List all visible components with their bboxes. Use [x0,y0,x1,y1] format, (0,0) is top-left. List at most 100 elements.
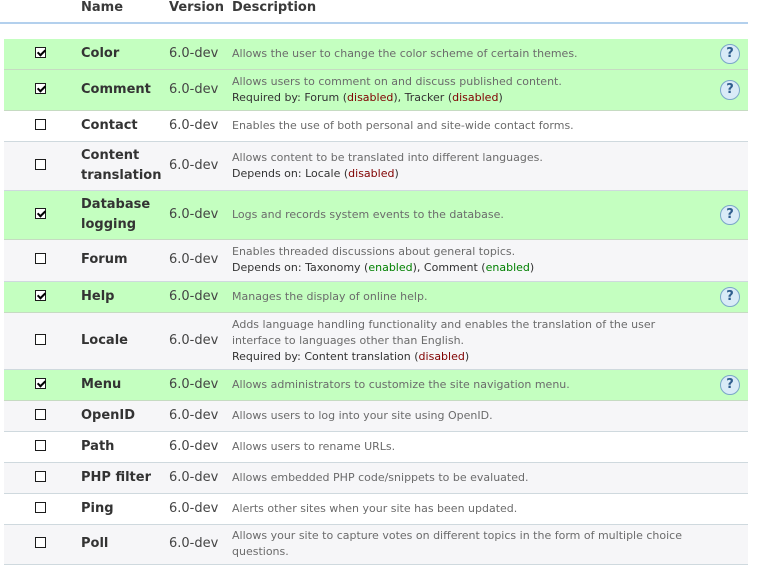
dependency-separator: ), [412,261,424,274]
module-checkbox[interactable] [35,471,46,482]
module-name-line: Content [81,148,140,163]
module-version: 6.0-dev [169,46,219,61]
module-description-text: Manages the display of online help. [232,290,428,303]
dependency-label: Required by: [232,91,305,104]
table-row: PHP filter 6.0-dev Allows embedded PHP cod… [4,463,748,494]
module-checkbox[interactable] [35,334,46,345]
dependency-module: Content translation ( [304,350,419,363]
module-name-line: logging [81,217,137,232]
table-row: Comment 6.0-dev Allows users to comment on… [4,70,748,111]
module-description: Enables threaded discussions about gener… [232,244,702,276]
table-row: Color 6.0-dev Allows the user to change th… [4,39,748,70]
module-name: Content translation [81,146,161,186]
module-description: Allows embedded PHP code/snippets to be … [232,470,702,486]
module-description-text: Adds language handling functionality and… [232,318,656,347]
module-name: Help [81,287,114,307]
module-name-line: Locale [81,333,128,348]
module-dependencies: Required by: Forum (disabled), Tracker (… [232,90,702,106]
module-checkbox[interactable] [35,290,46,301]
module-description: Allows users to log into your site using… [232,408,702,424]
help-icon[interactable]: ? [720,287,740,307]
module-checkbox[interactable] [35,537,46,548]
module-name-line: Comment [81,82,151,97]
dependency-module: Forum ( [304,91,348,104]
module-version: 6.0-dev [169,82,219,97]
module-checkbox[interactable] [35,83,46,94]
module-name-line: Ping [81,501,114,516]
table-row: Content translation 6.0-dev Allows content … [4,142,748,191]
module-description-text: Allows embedded PHP code/snippets to be … [232,471,529,484]
table-row: Help 6.0-dev Manages the display of online… [4,282,748,313]
scrollbar-area[interactable] [748,0,767,564]
module-name: Locale [81,331,128,351]
module-description: Alerts other sites when your site has be… [232,501,702,517]
dependency-module: Tracker ( [404,91,453,104]
module-checkbox[interactable] [35,119,46,130]
dependency-separator: ) [498,91,503,104]
module-description-text: Allows users to rename URLs. [232,440,396,453]
module-name-line: translation [81,168,162,183]
module-dependencies: Required by: Content translation (disabl… [232,349,702,365]
module-dependencies: Depends on: Locale (disabled) [232,166,702,182]
module-description: Enables the use of both personal and sit… [232,118,702,134]
module-name: Ping [81,499,114,519]
module-description: Allows content to be translated into dif… [232,150,702,182]
module-dependencies: Depends on: Taxonomy (enabled), Comment … [232,260,702,276]
module-checkbox[interactable] [35,208,46,219]
module-description: Manages the display of online help. [232,289,702,305]
module-name-line: Menu [81,377,122,392]
module-description-text: Allows users to comment on and discuss p… [232,75,562,88]
dependency-status: disabled [347,91,394,104]
module-checkbox[interactable] [35,253,46,264]
module-name: Comment [81,80,151,100]
table-row: OpenID 6.0-dev Allows users to log into yo… [4,401,748,432]
module-version: 6.0-dev [169,118,219,133]
help-icon[interactable]: ? [720,80,740,100]
module-checkbox[interactable] [35,378,46,389]
dependency-status: enabled [368,261,413,274]
module-name-line: Forum [81,252,128,267]
module-description-text: Allows content to be translated into dif… [232,151,543,164]
module-description: Allows users to rename URLs. [232,439,702,455]
module-name: Menu [81,375,121,395]
module-name-line: Contact [81,118,138,133]
module-description: Allows users to comment on and discuss p… [232,74,702,106]
dependency-separator: ) [529,261,535,274]
table-row: Ping 6.0-dev Alerts other sites when your … [4,494,748,525]
module-description-text: Enables threaded discussions about gener… [232,245,516,258]
module-name: Poll [81,534,108,554]
dependency-separator: ), [393,91,405,104]
help-icon[interactable]: ? [720,375,740,395]
table-row: Locale 6.0-dev Adds language handling func… [4,313,748,370]
dependency-separator: ) [394,167,399,180]
module-checkbox[interactable] [35,159,46,170]
dependency-status: disabled [348,167,395,180]
help-icon[interactable]: ? [720,205,740,225]
dependency-status: disabled [452,91,499,104]
module-name: PHP filter [81,468,151,488]
module-checkbox[interactable] [35,502,46,513]
module-version: 6.0-dev [169,470,219,485]
dependency-separator: ) [464,350,470,363]
dependency-label: Required by: [232,350,305,363]
help-icon[interactable]: ? [720,44,740,64]
dependency-status: enabled [485,261,530,274]
module-description-text: Allows administrators to customize the s… [232,378,570,391]
table-row: Menu 6.0-dev Allows administrators to cust… [4,370,748,401]
module-name-line: PHP filter [81,470,151,485]
module-checkbox[interactable] [35,440,46,451]
module-checkbox[interactable] [35,47,46,58]
module-name-line: Path [81,439,115,454]
module-name: Path [81,437,114,457]
module-name: Forum [81,250,128,270]
module-checkbox[interactable] [35,409,46,420]
table-header: Name Version Description [0,0,748,24]
module-version: 6.0-dev [169,158,219,173]
module-description: Adds language handling functionality and… [232,317,702,365]
module-name: Database logging [81,195,150,235]
module-name: Contact [81,116,138,136]
module-description-text: Logs and records system events to the da… [232,208,504,221]
dependency-status: disabled [418,350,465,363]
module-name: Color [81,44,119,64]
description-column-header: Description [232,0,317,15]
